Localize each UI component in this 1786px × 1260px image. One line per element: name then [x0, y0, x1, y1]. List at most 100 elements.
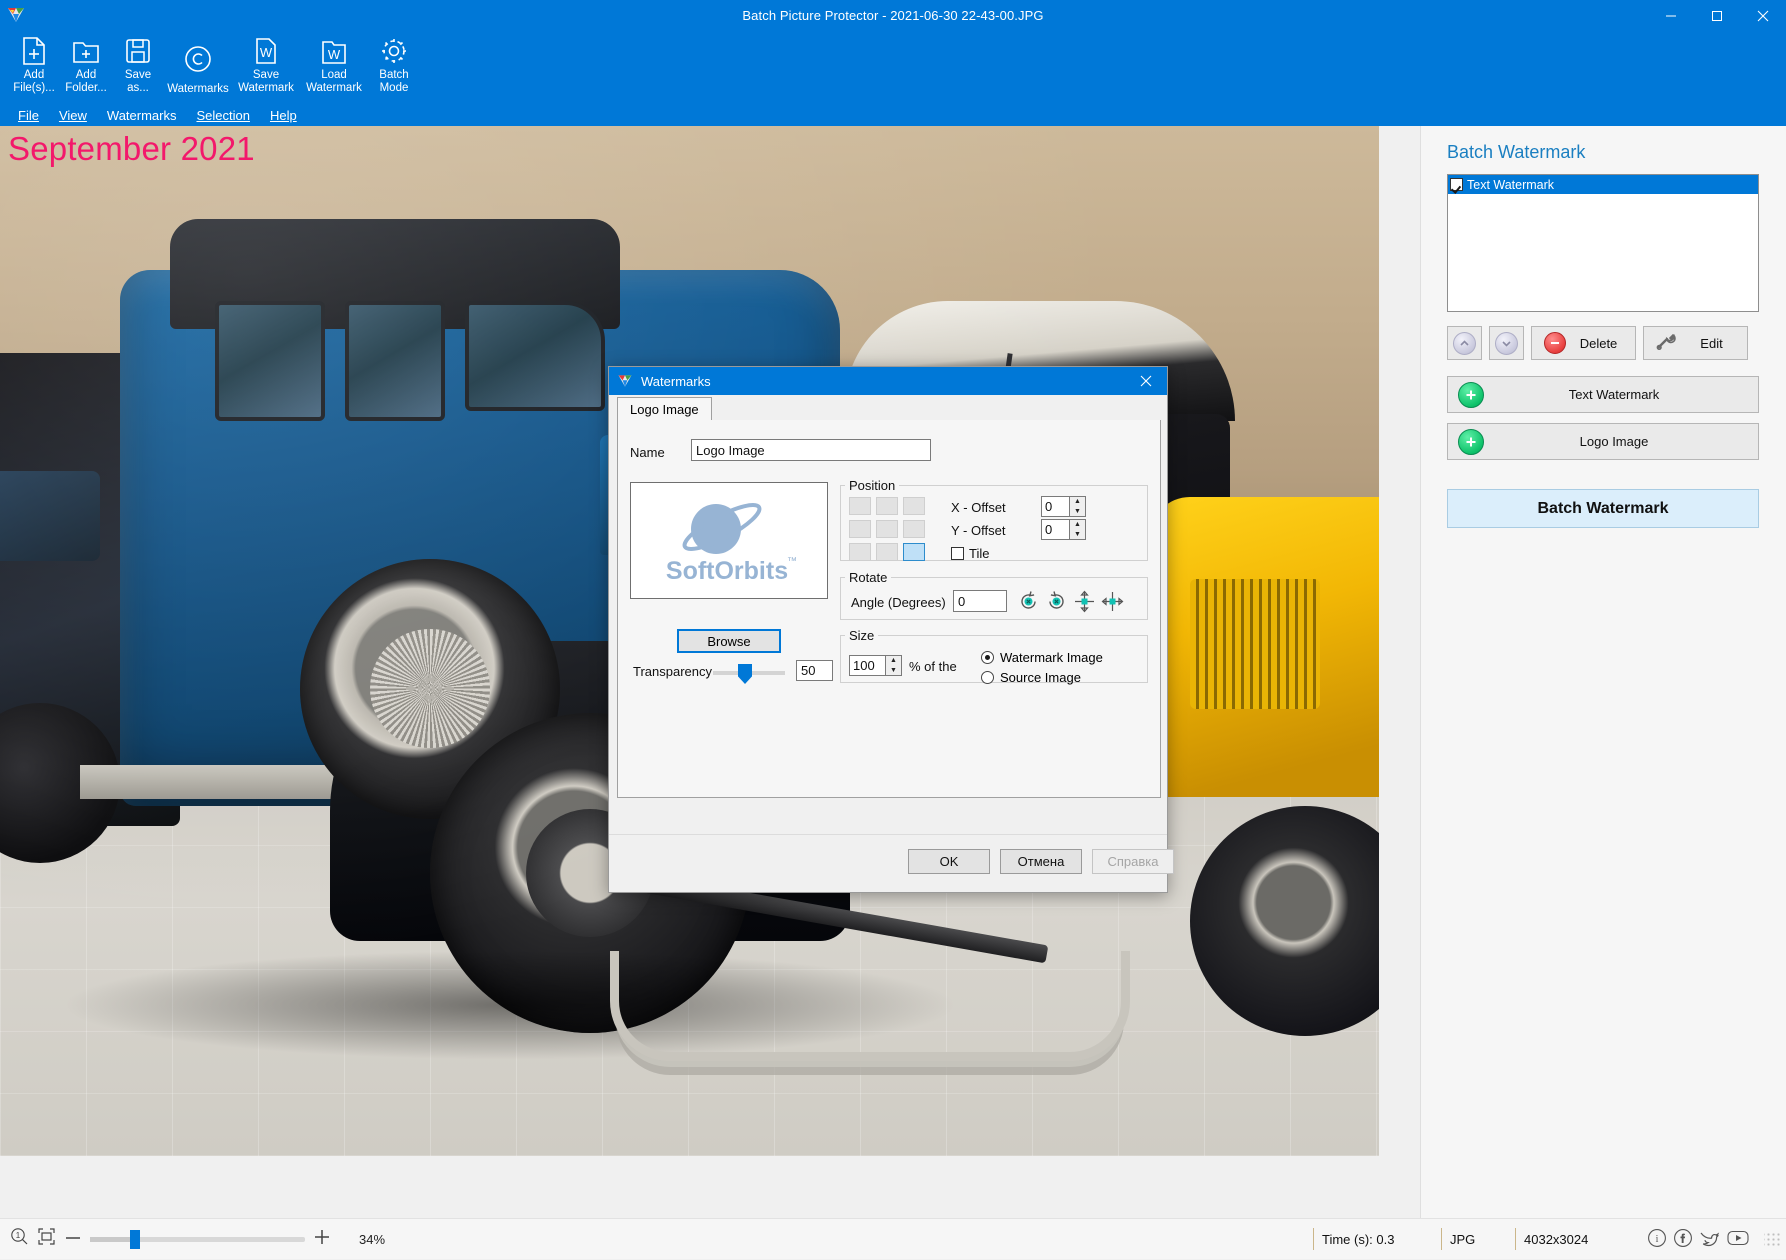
youtube-icon[interactable]	[1726, 1228, 1750, 1251]
toolbar-batch-mode[interactable]: Batch Mode	[368, 31, 420, 104]
position-cell-top-center[interactable]	[876, 497, 898, 515]
position-cell-top-right[interactable]	[903, 497, 925, 515]
move-down-button[interactable]	[1489, 326, 1524, 360]
toolbar-label: Add Folder...	[65, 69, 107, 94]
edit-button[interactable]: Edit	[1643, 326, 1748, 360]
ribbon: Add File(s)... Add Folder... Save as... …	[0, 31, 1786, 126]
angle-input[interactable]	[953, 590, 1007, 612]
menu-help[interactable]: Help	[260, 106, 307, 125]
menu-selection[interactable]: Selection	[186, 106, 259, 125]
x-offset-stepper[interactable]: ▲ ▼	[1041, 496, 1086, 517]
size-basis-radio-group[interactable]: Watermark Image Source Image	[981, 647, 1103, 687]
position-cell-top-left[interactable]	[849, 497, 871, 515]
flip-vertical-icon[interactable]	[1073, 590, 1096, 613]
logo-preview: SoftOrbits ™	[630, 482, 828, 599]
position-cell-middle-right[interactable]	[903, 520, 925, 538]
photo-bumper-spring-loop	[610, 950, 1130, 1061]
gear-icon	[379, 34, 409, 68]
y-offset-stepper[interactable]: ▲ ▼	[1041, 519, 1086, 540]
zoom-slider-thumb[interactable]	[130, 1229, 140, 1249]
photo-blue-car-window-1	[215, 301, 325, 422]
tile-checkbox-row[interactable]: Tile	[951, 546, 989, 561]
y-offset-down-icon[interactable]: ▼	[1070, 530, 1085, 540]
delete-button[interactable]: Delete	[1531, 326, 1636, 360]
minimize-button[interactable]	[1648, 0, 1694, 31]
position-cell-bottom-left[interactable]	[849, 543, 871, 561]
menu-view[interactable]: View	[49, 106, 97, 125]
load-watermark-icon: W	[319, 34, 349, 68]
x-offset-input[interactable]	[1041, 496, 1069, 517]
zoom-in-icon[interactable]	[313, 1228, 331, 1251]
zoom-slider-fill	[90, 1236, 132, 1242]
flip-horizontal-icon[interactable]	[1101, 590, 1124, 613]
y-offset-input[interactable]	[1041, 519, 1069, 540]
zoom-1-to-1-icon[interactable]: 1	[10, 1227, 29, 1251]
radio-source-image-dot[interactable]	[981, 670, 994, 684]
add-text-watermark-button[interactable]: Text Watermark	[1447, 376, 1759, 413]
menu-watermarks[interactable]: Watermarks	[97, 106, 187, 125]
radio-watermark-image[interactable]: Watermark Image	[981, 647, 1103, 667]
transparency-value-input[interactable]	[796, 660, 833, 681]
menu-file[interactable]: File	[8, 106, 49, 125]
rotate-ccw-icon[interactable]	[1017, 590, 1040, 613]
cancel-button[interactable]: Отмена	[1000, 849, 1082, 874]
zoom-slider[interactable]	[90, 1229, 305, 1249]
list-item-checkbox[interactable]	[1450, 178, 1463, 191]
info-icon[interactable]: i	[1647, 1228, 1667, 1251]
browse-button[interactable]: Browse	[677, 629, 781, 653]
fit-to-window-icon[interactable]	[37, 1227, 56, 1251]
toolbar-save-watermark[interactable]: W Save Watermark	[232, 31, 300, 104]
twitter-icon[interactable]	[1699, 1228, 1720, 1251]
position-cell-middle-left[interactable]	[849, 520, 871, 538]
tab-logo-image[interactable]: Logo Image	[617, 397, 712, 421]
canvas-text-watermark[interactable]: September 2021	[8, 130, 255, 168]
toolbar-add-files[interactable]: Add File(s)...	[8, 31, 60, 104]
batch-watermark-button[interactable]: Batch Watermark	[1447, 489, 1759, 528]
toolbar-add-folder[interactable]: Add Folder...	[60, 31, 112, 104]
toolbar-watermarks[interactable]: Watermarks	[164, 31, 232, 104]
toolbar-save-as[interactable]: Save as...	[112, 31, 164, 104]
edit-button-label: Edit	[1700, 335, 1723, 351]
facebook-icon[interactable]	[1673, 1228, 1693, 1251]
radio-watermark-image-dot[interactable]	[981, 650, 994, 664]
position-cell-bottom-right[interactable]	[903, 543, 925, 561]
rotate-cw-icon[interactable]	[1045, 590, 1068, 613]
size-percent-stepper[interactable]: ▲ ▼	[849, 655, 902, 676]
statusbar-social-links: i	[1627, 1228, 1764, 1251]
list-item[interactable]: Text Watermark	[1448, 175, 1758, 194]
size-percent-arrows[interactable]: ▲ ▼	[885, 655, 902, 676]
wrench-icon	[1656, 332, 1680, 355]
close-icon[interactable]	[1740, 0, 1786, 31]
size-percent-input[interactable]	[849, 655, 885, 676]
add-logo-image-button[interactable]: Logo Image	[1447, 423, 1759, 460]
dialog-close-icon[interactable]	[1125, 367, 1167, 395]
zoom-out-icon[interactable]	[64, 1231, 82, 1247]
y-offset-up-icon[interactable]: ▲	[1070, 520, 1085, 530]
resize-grip[interactable]	[1764, 1231, 1780, 1247]
transparency-slider-thumb[interactable]	[738, 664, 752, 684]
x-offset-down-icon[interactable]: ▼	[1070, 507, 1085, 517]
x-offset-up-icon[interactable]: ▲	[1070, 497, 1085, 507]
maximize-button[interactable]	[1694, 0, 1740, 31]
position-cell-bottom-center[interactable]	[876, 543, 898, 561]
position-grid[interactable]	[849, 497, 925, 561]
batch-watermark-button-label: Batch Watermark	[1537, 499, 1669, 517]
radio-source-image[interactable]: Source Image	[981, 667, 1103, 687]
dialog-tabstrip: Logo Image	[617, 397, 1161, 421]
size-up-icon[interactable]: ▲	[886, 656, 901, 666]
x-offset-arrows[interactable]: ▲ ▼	[1069, 496, 1086, 517]
app-logo-icon	[617, 373, 633, 389]
save-as-icon	[124, 34, 152, 68]
move-up-button[interactable]	[1447, 326, 1482, 360]
toolbar-load-watermark[interactable]: W Load Watermark	[300, 31, 368, 104]
tile-checkbox[interactable]	[951, 547, 964, 560]
ok-button[interactable]: OK	[908, 849, 990, 874]
watermark-list[interactable]: Text Watermark	[1447, 174, 1759, 312]
transparency-slider[interactable]	[713, 664, 785, 684]
position-cell-middle-center[interactable]	[876, 520, 898, 538]
y-offset-arrows[interactable]: ▲ ▼	[1069, 519, 1086, 540]
name-input[interactable]	[691, 439, 931, 461]
photo-car-left-window	[0, 471, 100, 562]
size-down-icon[interactable]: ▼	[886, 666, 901, 676]
cancel-button-label: Отмена	[1017, 854, 1065, 869]
